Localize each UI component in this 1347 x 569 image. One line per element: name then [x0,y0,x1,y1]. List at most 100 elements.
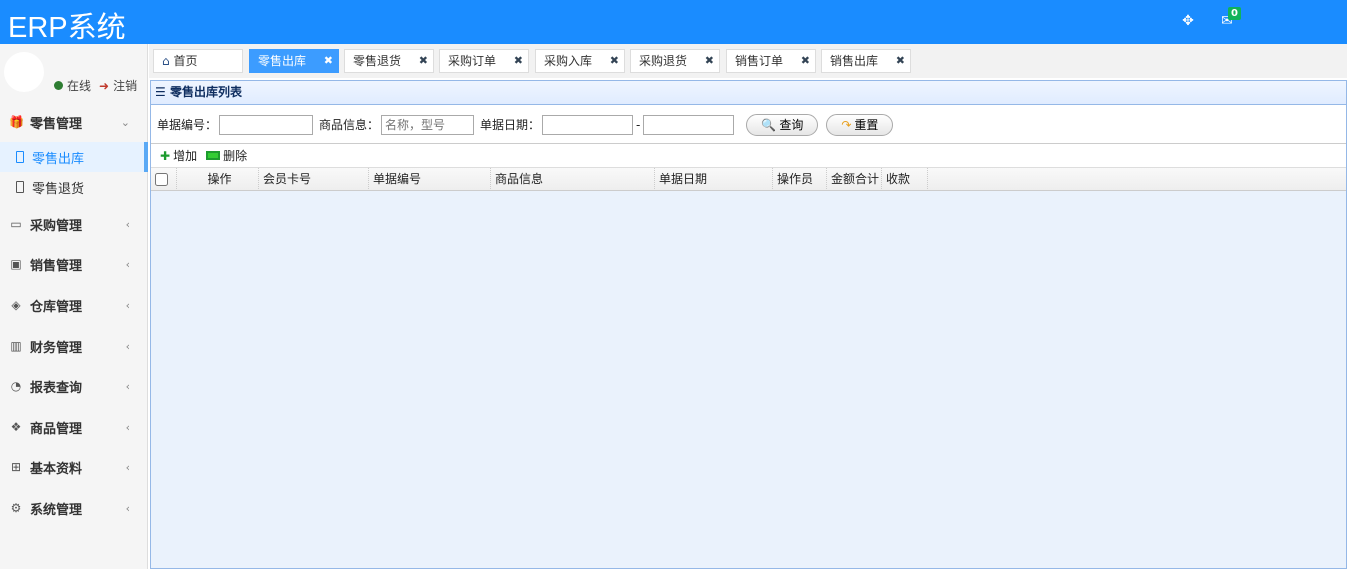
map-icon: ▥ [10,339,22,353]
panel-title-text: 零售出库列表 [169,85,242,99]
col-header-goods[interactable]: 商品信息 [491,168,655,191]
file-icon [16,181,24,193]
tab-purchase-return[interactable]: 采购退货 ✖ [630,49,720,73]
col-header-action[interactable]: 操作 [177,168,259,191]
list-icon: ☰ [155,85,166,99]
logout-link[interactable]: 注销 [113,77,137,94]
date-to-input[interactable] [643,114,735,135]
tab-purchase-order[interactable]: 采购订单 ✖ [439,49,529,73]
close-icon[interactable]: ✖ [610,50,619,72]
app-title: ERP系统 [8,12,126,44]
avatar [4,52,44,92]
sidebar-group-label: 财务管理 [30,340,83,356]
sidebar-group-basic[interactable]: ⊞ 基本资料 ‹ [0,449,148,485]
tab-retail-return[interactable]: 零售退货 ✖ [344,49,434,73]
sidebar-group-retail[interactable]: 🎁 零售管理 ⌄ [0,104,148,140]
add-button[interactable]: ✚ 增加 [160,147,197,164]
fullscreen-icon[interactable]: ✥ [1180,13,1196,29]
add-label: 增加 [173,149,198,163]
minus-icon [206,151,221,160]
delete-button[interactable]: 删除 [206,147,247,164]
sidebar-group-label: 销售管理 [30,258,83,274]
chevron-left-icon: ‹ [125,420,130,434]
sidebar-group-purchase[interactable]: ▭ 采购管理 ‹ [0,206,148,242]
reset-button[interactable]: ↷ 重置 [826,113,894,136]
tab-sales-out[interactable]: 销售出库 ✖ [821,49,911,73]
tab-label: 首页 [173,54,198,68]
tab-home[interactable]: ⌂ 首页 [153,49,243,73]
chevron-left-icon: ‹ [125,460,130,474]
pie-chart-icon: ◔ [10,379,22,393]
search-form: 单据编号： 商品信息： 单据日期： - 🔍查询 ↷重置 [151,106,1346,143]
home-icon: ⌂ [162,54,170,68]
data-grid: ✚ 增加 删除 操作 会员卡号 单据编号 商品信息 单据日期 操作员 金额合计 收… [151,143,1346,568]
logout-icon: ➜ [99,78,110,93]
query-button[interactable]: 🔍 查询 [746,113,819,136]
bill-no-label: 单据编号： [157,118,218,132]
sidebar-group-finance[interactable]: ▥ 财务管理 ‹ [0,328,148,364]
col-header-received[interactable]: 收款 [882,168,928,191]
select-all-checkbox[interactable] [155,173,168,186]
delete-label: 删除 [223,149,248,163]
online-status-icon [54,81,63,90]
tab-bar: ⌂ 首页 零售出库 ✖ 零售退货 ✖ 采购订单 ✖ 采购入库 ✖ 采购退货 ✖ 销售订单 ✖… [149,44,1347,78]
tab-label: 采购订单 [448,54,497,68]
col-header-bill-no[interactable]: 单据编号 [369,168,491,191]
col-header-amount[interactable]: 金额合计 [827,168,882,191]
close-icon[interactable]: ✖ [705,50,714,72]
briefcase-icon: ▣ [10,257,22,271]
gift-icon: 🎁 [9,115,24,129]
sidebar-item-label: 零售出库 [32,151,85,167]
sidebar-group-label: 仓库管理 [30,299,83,315]
goods-input[interactable] [381,114,475,135]
online-status: 在线 [67,79,92,93]
tab-sales-order[interactable]: 销售订单 ✖ [726,49,816,73]
tab-label: 零售退货 [353,54,402,68]
chevron-left-icon: ‹ [125,379,130,393]
sidebar-group-system[interactable]: ⚙ 系统管理 ‹ [0,490,148,526]
tab-label: 销售订单 [735,54,784,68]
sidebar-item-retail-return[interactable]: 零售退货 [0,172,148,202]
panel-title: ☰ 零售出库列表 [151,81,1346,105]
sidebar-group-goods[interactable]: ❖ 商品管理 ‹ [0,409,148,445]
tab-purchase-in[interactable]: 采购入库 ✖ [535,49,625,73]
query-label: 查询 [779,118,804,132]
gear-icon: ⚙ [10,501,22,515]
sidebar: 在线 ➜ 注销 🎁 零售管理 ⌄ 零售出库 零售退货 ▭ 采购管理 ‹ ▣ 销售管理 ‹ ◈… [0,44,148,569]
sidebar-group-warehouse[interactable]: ◈ 仓库管理 ‹ [0,287,148,323]
sidebar-group-sales[interactable]: ▣ 销售管理 ‹ [0,246,148,282]
date-from-input[interactable] [542,114,634,135]
redo-icon: ↷ [841,117,852,132]
plus-icon: ✚ [160,148,171,163]
close-icon[interactable]: ✖ [801,50,810,72]
select-all-cell [151,168,177,191]
top-header: ERP系统 ✥ ✉ 0 [0,0,1347,44]
col-header-date[interactable]: 单据日期 [655,168,773,191]
tab-label: 采购退货 [639,54,688,68]
close-icon[interactable]: ✖ [514,50,523,72]
close-icon[interactable]: ✖ [324,50,333,72]
tab-label: 采购入库 [544,54,593,68]
sidebar-item-label: 零售退货 [32,181,85,197]
goods-label: 商品信息： [319,118,380,132]
close-icon[interactable]: ✖ [896,50,905,72]
sidebar-item-retail-out[interactable]: 零售出库 [0,142,148,172]
tab-retail-out[interactable]: 零售出库 ✖ [249,49,339,73]
sidebar-group-label: 基本资料 [30,461,83,477]
col-header-operator[interactable]: 操作员 [773,168,827,191]
sidebar-group-label: 商品管理 [30,421,83,437]
col-header-member-card[interactable]: 会员卡号 [259,168,369,191]
dropbox-icon: ❖ [10,420,22,434]
bill-no-input[interactable] [219,114,314,135]
sidebar-group-reports[interactable]: ◔ 报表查询 ‹ [0,368,148,404]
sidebar-group-label: 零售管理 [30,116,83,132]
layers-icon: ◈ [11,298,21,312]
tab-label: 零售出库 [258,54,307,68]
search-icon: 🔍 [761,117,777,132]
close-icon[interactable]: ✖ [419,50,428,72]
list-panel: ☰ 零售出库列表 单据编号： 商品信息： 单据日期： - 🔍查询 ↷重置 ✚增加… [150,80,1347,569]
chevron-left-icon: ‹ [125,339,130,353]
chevron-left-icon: ‹ [125,217,130,231]
chevron-down-icon: ⌄ [120,115,130,129]
mail-count-badge: 0 [1228,7,1241,20]
